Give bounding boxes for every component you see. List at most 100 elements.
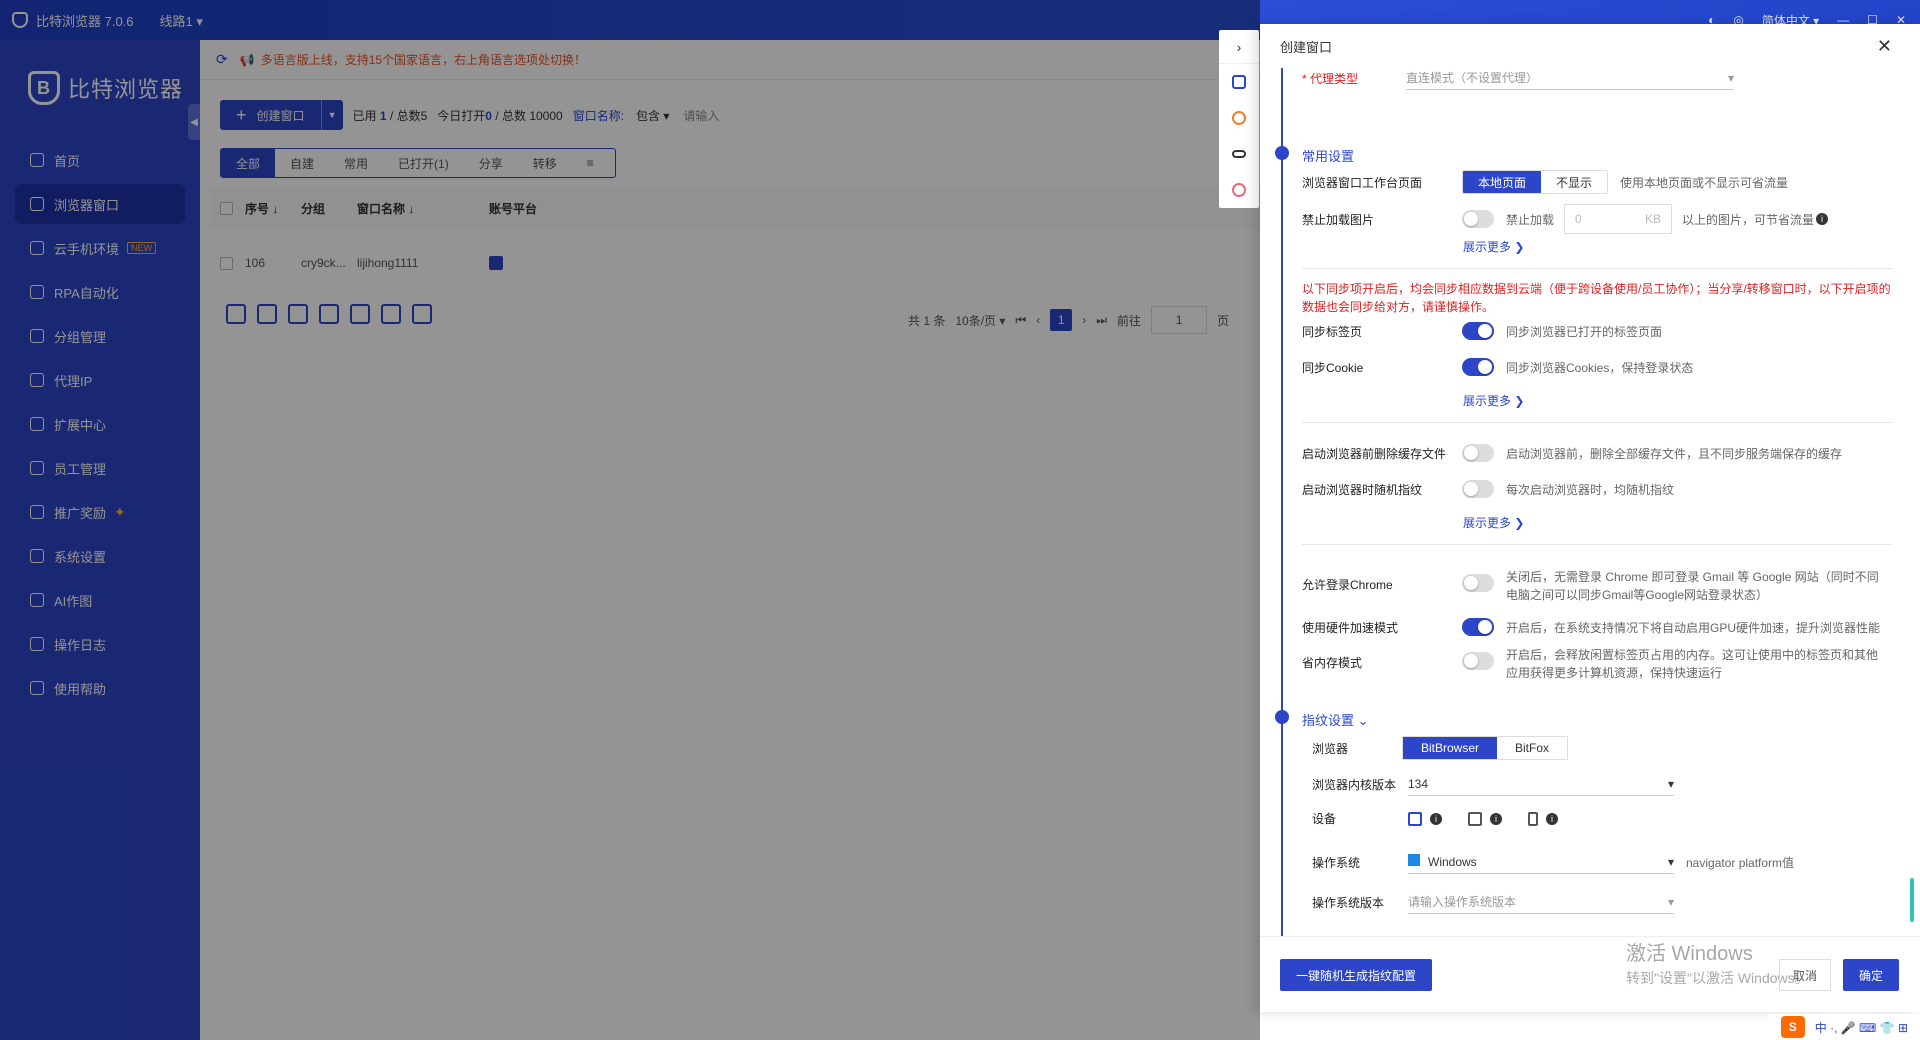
os-label: 操作系统 bbox=[1312, 855, 1361, 870]
info-icon[interactable]: i bbox=[1430, 812, 1442, 825]
random-fingerprint-switch[interactable] bbox=[1462, 480, 1494, 498]
show-more-link[interactable]: 展示更多 ❯ bbox=[1463, 392, 1524, 409]
os-row: 操作系统 Windows ▾ navigator platform值 bbox=[1312, 850, 1794, 874]
os-hint: navigator platform值 bbox=[1686, 855, 1795, 870]
switch-icon[interactable] bbox=[1219, 136, 1259, 172]
ime-status[interactable]: 中 ·, 🎤 ⌨ 👕 ⊞ bbox=[1815, 1019, 1908, 1036]
sync-tabs-hint: 同步浏览器已打开的标签页面 bbox=[1506, 324, 1663, 339]
sync-tabs-switch[interactable] bbox=[1462, 322, 1494, 340]
hw-accel-label: 使用硬件加速模式 bbox=[1302, 620, 1399, 635]
block-images-label: 禁止加载图片 bbox=[1302, 212, 1375, 227]
memory-saver-row: 省内存模式 开启后，会释放闲置标签页占用的内存。这可让使用中的标签页和其他应用获… bbox=[1302, 646, 1880, 682]
divider bbox=[1302, 422, 1892, 423]
chevron-down-icon: ▾ bbox=[1667, 854, 1674, 869]
clear-cache-label: 启动浏览器前删除缓存文件 bbox=[1302, 446, 1447, 461]
show-more-link[interactable]: 展示更多 ❯ bbox=[1463, 238, 1524, 255]
ip-icon[interactable] bbox=[1219, 100, 1259, 136]
workbench-hint: 使用本地页面或不显示可省流量 bbox=[1620, 175, 1789, 190]
workbench-hide-option[interactable]: 不显示 bbox=[1541, 171, 1607, 193]
sync-warning: 以下同步项开启后，均会同步相应数据到云端（便于跨设备使用/员工协作）；当分享/转… bbox=[1302, 282, 1891, 314]
kb-unit: KB bbox=[1645, 212, 1662, 226]
kernel-row: 浏览器内核版本 134 ▾ bbox=[1312, 772, 1674, 796]
confirm-button[interactable]: 确定 bbox=[1843, 959, 1899, 991]
drawer-side-toolbar: › bbox=[1219, 30, 1259, 208]
os-version-placeholder: 请输入操作系统版本 bbox=[1408, 895, 1517, 909]
drawer-footer: 一键随机生成指纹配置 激活 Windows 转到"设置"以激活 Windows。… bbox=[1260, 936, 1920, 1012]
phone-icon[interactable] bbox=[1528, 811, 1538, 826]
create-window-drawer: 创建窗口 ✕ * 代理类型 直连模式（不设置代理） ▾ 常用设置 浏览器窗口工作台… bbox=[1260, 24, 1920, 1012]
sync-cookie-switch[interactable] bbox=[1462, 358, 1494, 376]
os-select[interactable]: Windows ▾ bbox=[1408, 850, 1674, 874]
bitbrowser-option[interactable]: BitBrowser bbox=[1403, 737, 1498, 759]
workbench-segment: 本地页面 不显示 bbox=[1462, 170, 1609, 194]
block-images-switch[interactable] bbox=[1462, 210, 1494, 228]
divider bbox=[1302, 544, 1892, 545]
device-label: 设备 bbox=[1312, 812, 1337, 826]
image-size-input[interactable]: 0 KB bbox=[1564, 204, 1673, 234]
kernel-select[interactable]: 134 ▾ bbox=[1408, 772, 1674, 796]
scrollbar[interactable] bbox=[1910, 878, 1914, 922]
fingerprint-settings-title[interactable]: 指纹设置 ⌄ bbox=[1302, 710, 1369, 729]
close-icon[interactable]: ✕ bbox=[1877, 36, 1892, 57]
browser-row: 浏览器 BitBrowser BitFox bbox=[1312, 736, 1569, 760]
kb-placeholder: 0 bbox=[1575, 212, 1582, 226]
workbench-row: 浏览器窗口工作台页面 本地页面 不显示 使用本地页面或不显示可省流量 bbox=[1302, 170, 1788, 194]
hw-accel-row: 使用硬件加速模式 开启后，在系统支持情况下将自动启用GPU硬件加速，提升浏览器性… bbox=[1302, 618, 1880, 636]
section-dot bbox=[1275, 146, 1289, 160]
kernel-value: 134 bbox=[1408, 776, 1429, 791]
memory-saver-label: 省内存模式 bbox=[1302, 656, 1363, 670]
clear-cache-hint: 启动浏览器前，删除全部缓存文件，且不同步服务端保存的缓存 bbox=[1506, 446, 1843, 461]
os-version-select[interactable]: 请输入操作系统版本 ▾ bbox=[1408, 890, 1674, 914]
fingerprint-icon[interactable] bbox=[1219, 172, 1259, 208]
drawer-body: * 代理类型 直连模式（不设置代理） ▾ 常用设置 浏览器窗口工作台页面 本地页面… bbox=[1260, 68, 1920, 936]
sync-cookie-row: 同步Cookie 同步浏览器Cookies，保持登录状态 bbox=[1302, 358, 1693, 376]
proxy-select[interactable]: 直连模式（不设置代理） ▾ bbox=[1406, 68, 1734, 90]
show-more-link[interactable]: 展示更多 ❯ bbox=[1463, 514, 1524, 531]
divider bbox=[1302, 268, 1892, 269]
proxy-row: * 代理类型 直连模式（不设置代理） ▾ bbox=[1302, 68, 1734, 90]
chevron-down-icon: ⌄ bbox=[1357, 713, 1369, 728]
info-icon[interactable]: i bbox=[1816, 213, 1829, 225]
note-icon[interactable] bbox=[1219, 64, 1259, 100]
hw-accel-switch[interactable] bbox=[1462, 618, 1494, 636]
chevron-down-icon: ▾ bbox=[1667, 894, 1674, 909]
info-icon[interactable]: i bbox=[1490, 812, 1502, 825]
block-images-hint: 以上的图片，可节省流量 bbox=[1682, 212, 1815, 227]
workbench-local-option[interactable]: 本地页面 bbox=[1463, 171, 1542, 193]
clear-cache-switch[interactable] bbox=[1462, 444, 1494, 462]
sogou-icon[interactable]: S bbox=[1780, 1016, 1805, 1038]
memory-saver-hint: 开启后，会释放闲置标签页占用的内存。这可让使用中的标签页和其他应用获得更多计算机… bbox=[1506, 648, 1879, 680]
section-dot bbox=[1275, 710, 1289, 724]
chrome-login-hint: 关闭后，无需登录 Chrome 即可登录 Gmail 等 Google 网站（同… bbox=[1506, 570, 1879, 602]
common-settings-title: 常用设置 bbox=[1302, 149, 1355, 164]
drawer-header: 创建窗口 ✕ bbox=[1260, 24, 1920, 68]
sync-tabs-row: 同步标签页 同步浏览器已打开的标签页面 bbox=[1302, 322, 1662, 340]
os-version-label: 操作系统版本 bbox=[1312, 895, 1385, 910]
random-fingerprint-row: 启动浏览器时随机指纹 每次启动浏览器时，均随机指纹 bbox=[1302, 480, 1674, 498]
os-value: Windows bbox=[1428, 855, 1477, 869]
proxy-value: 直连模式（不设置代理） bbox=[1406, 71, 1539, 85]
clear-cache-row: 启动浏览器前删除缓存文件 启动浏览器前，删除全部缓存文件，且不同步服务端保存的缓… bbox=[1302, 444, 1842, 462]
chevron-down-icon: ▾ bbox=[1727, 70, 1734, 85]
sync-cookie-hint: 同步浏览器Cookies，保持登录状态 bbox=[1506, 360, 1694, 375]
browser-label: 浏览器 bbox=[1312, 741, 1349, 756]
cancel-button[interactable]: 取消 bbox=[1779, 959, 1831, 991]
chrome-login-row: 允许登录Chrome 关闭后，无需登录 Chrome 即可登录 Gmail 等 … bbox=[1302, 568, 1880, 604]
ime-tray: S 中 ·, 🎤 ⌨ 👕 ⊞ bbox=[1768, 1014, 1920, 1040]
bitfox-option[interactable]: BitFox bbox=[1497, 737, 1567, 759]
modal-overlay[interactable] bbox=[0, 0, 1260, 1040]
block-images-row: 禁止加载图片 禁止加载 0 KB 以上的图片，可节省流量 i bbox=[1302, 204, 1829, 234]
bitfox-label: BitFox bbox=[1515, 741, 1550, 755]
generate-fingerprint-button[interactable]: 一键随机生成指纹配置 bbox=[1280, 959, 1432, 991]
sync-tabs-label: 同步标签页 bbox=[1302, 324, 1363, 339]
windows-icon bbox=[1408, 854, 1420, 866]
collapse-drawer-icon[interactable]: › bbox=[1219, 30, 1259, 64]
chevron-down-icon: ▾ bbox=[1667, 776, 1674, 791]
browser-segment: BitBrowser BitFox bbox=[1402, 736, 1569, 760]
info-icon[interactable]: i bbox=[1546, 812, 1558, 825]
hw-accel-hint: 开启后，在系统支持情况下将自动启用GPU硬件加速，提升浏览器性能 bbox=[1506, 620, 1881, 635]
android-icon[interactable] bbox=[1468, 811, 1482, 826]
memory-saver-switch[interactable] bbox=[1462, 652, 1494, 670]
desktop-icon[interactable] bbox=[1408, 811, 1422, 826]
chrome-login-switch[interactable] bbox=[1462, 574, 1494, 592]
